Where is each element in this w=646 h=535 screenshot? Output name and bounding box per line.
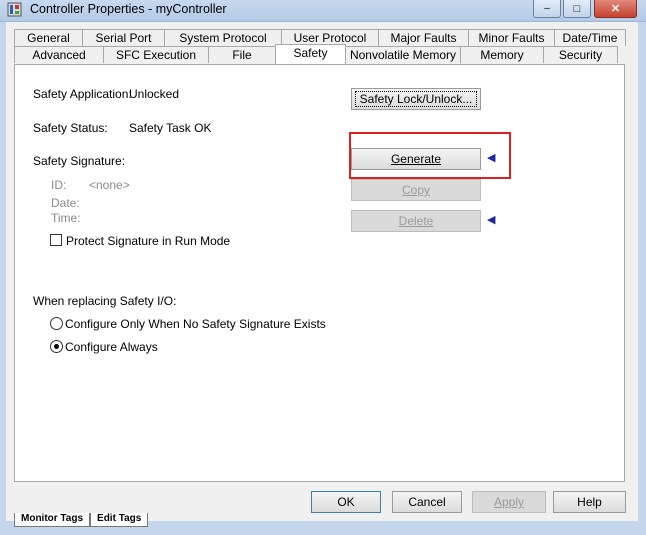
tab-security[interactable]: Security	[543, 46, 618, 63]
tab-general[interactable]: General	[14, 29, 83, 46]
maximize-icon: □	[573, 2, 581, 15]
window-title: Controller Properties - myController	[30, 2, 227, 16]
generate-pointer-arrow-icon: ◀	[487, 152, 496, 164]
tab-serial-port[interactable]: Serial Port	[82, 29, 165, 46]
apply-label: Apply	[493, 495, 525, 509]
close-icon: ✕	[610, 3, 621, 15]
title-bar: Controller Properties - myController – □…	[0, 0, 646, 22]
generate-label: Generate	[390, 152, 442, 166]
minimize-button[interactable]: –	[533, 0, 561, 18]
tab-sfc-execution[interactable]: SFC Execution	[103, 46, 209, 63]
tab-nonvolatile-memory[interactable]: Nonvolatile Memory	[345, 46, 461, 63]
copy-button[interactable]: Copy	[351, 179, 481, 201]
edit-tags-tab[interactable]: Edit Tags	[90, 513, 149, 527]
tab-date-time[interactable]: Date/Time	[554, 29, 626, 46]
cancel-button[interactable]: Cancel	[392, 491, 462, 513]
protect-signature-label: Protect Signature in Run Mode	[66, 234, 231, 248]
delete-button[interactable]: Delete	[351, 210, 481, 232]
tab-minor-faults[interactable]: Minor Faults	[468, 29, 555, 46]
tab-safety[interactable]: Safety	[275, 44, 346, 64]
safety-application-value: Unlocked	[129, 87, 180, 101]
safety-lock-unlock-label: Safety Lock/Unlock...	[354, 91, 478, 107]
generate-button[interactable]: Generate	[351, 148, 481, 170]
safety-signature-label: Safety Signature:	[33, 154, 126, 168]
window-frame-left	[0, 21, 6, 535]
tab-row-front: Advanced SFC Execution File Safety Nonvo…	[14, 44, 618, 64]
maximize-button[interactable]: □	[563, 0, 591, 18]
help-button[interactable]: Help	[553, 491, 626, 513]
apply-button[interactable]: Apply	[472, 491, 546, 513]
protect-signature-checkbox[interactable]	[50, 234, 62, 246]
signature-id-label: ID:	[51, 178, 67, 192]
configure-only-label: Configure Only When No Safety Signature …	[65, 317, 326, 331]
tab-advanced[interactable]: Advanced	[14, 46, 104, 63]
tab-system-protocol[interactable]: System Protocol	[164, 29, 282, 46]
safety-status-label: Safety Status:	[33, 121, 108, 135]
signature-id-value: <none>	[89, 178, 130, 192]
configure-always-label: Configure Always	[65, 340, 158, 354]
safety-application-label: Safety Application:	[33, 87, 132, 101]
replacing-safety-io-label: When replacing Safety I/O:	[33, 294, 177, 308]
tab-major-faults[interactable]: Major Faults	[378, 29, 469, 46]
tab-memory[interactable]: Memory	[460, 46, 544, 63]
radio-configure-only-no-signature[interactable]	[50, 317, 63, 330]
controller-app-icon	[7, 2, 22, 17]
window-frame-right	[638, 21, 646, 535]
radio-configure-always[interactable]	[50, 340, 63, 353]
delete-label: Delete	[398, 214, 434, 228]
signature-date-label: Date:	[51, 196, 80, 210]
minimize-icon: –	[544, 3, 550, 14]
close-button[interactable]: ✕	[594, 0, 637, 18]
safety-status-value: Safety Task OK	[129, 121, 212, 135]
delete-pointer-arrow-icon: ◀	[487, 214, 496, 226]
tab-file[interactable]: File	[208, 46, 276, 63]
background-tag-tabs: Monitor Tags Edit Tags	[14, 513, 149, 527]
copy-label: Copy	[401, 183, 430, 197]
monitor-tags-tab[interactable]: Monitor Tags	[14, 513, 91, 527]
ok-button[interactable]: OK	[311, 491, 381, 513]
safety-lock-unlock-button[interactable]: Safety Lock/Unlock...	[351, 88, 481, 110]
signature-time-label: Time:	[51, 211, 81, 225]
